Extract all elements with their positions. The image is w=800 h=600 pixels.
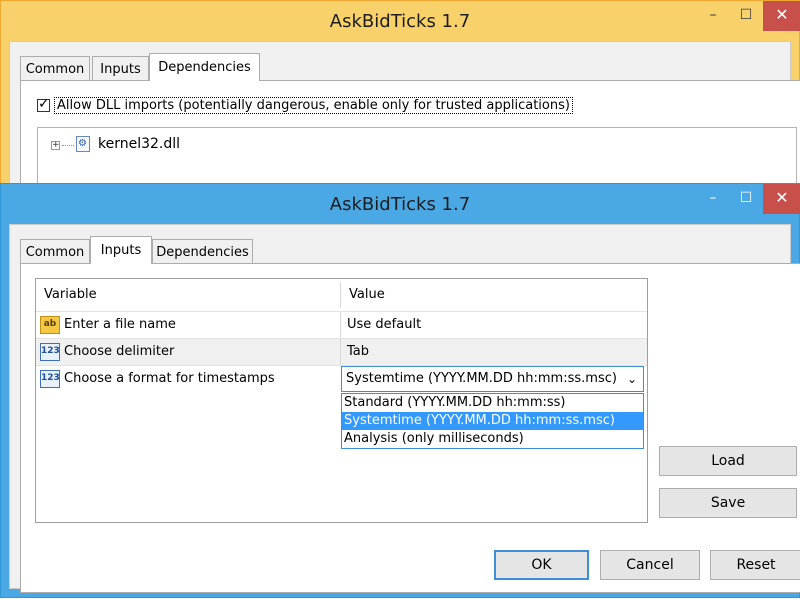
front-tab-common[interactable]: Common [20,239,90,263]
front-client-area: Common Inputs Dependencies Variable Valu… [9,224,800,593]
back-close-icon[interactable]: ✕ [763,1,800,31]
row-variable: Choose a format for timestamps [64,371,275,386]
inputs-grid: Variable Value ab Enter a file name Use … [35,278,648,523]
front-inputs-panel: Variable Value ab Enter a file name Use … [20,263,800,593]
tree-expand-icon[interactable]: + [51,141,60,150]
back-client-area: Common Inputs Dependencies Allow DLL imp… [9,41,800,200]
front-tab-dependencies[interactable]: Dependencies [152,239,253,263]
back-dependencies-panel: Allow DLL imports (potentially dangerous… [20,80,800,200]
timestamp-format-dropdown: Standard (YYYY.MM.DD hh:mm:ss) Systemtim… [341,393,644,449]
dropdown-option-standard[interactable]: Standard (YYYY.MM.DD hh:mm:ss) [342,394,643,412]
back-window-title: AskBidTicks 1.7 [329,11,471,32]
table-row[interactable]: 123 Choose delimiter Tab [36,338,647,365]
front-title-bar[interactable]: AskBidTicks 1.7 – ☐ ✕ [1,184,800,224]
column-header-value[interactable]: Value [340,282,645,308]
timestamp-format-select[interactable]: Systemtime (YYYY.MM.DD hh:mm:ss.msc) ⌄ [341,366,644,392]
back-title-bar[interactable]: AskBidTicks 1.7 – ☐ ✕ [1,1,800,41]
back-tab-dependencies[interactable]: Dependencies [149,53,260,81]
ok-button[interactable]: OK [494,550,589,580]
row-value[interactable]: Tab [340,339,645,365]
back-tab-inputs[interactable]: Inputs [92,56,149,80]
column-header-variable[interactable]: Variable [36,282,340,308]
table-row[interactable]: ab Enter a file name Use default [36,311,647,338]
back-dialog-window: AskBidTicks 1.7 – ☐ ✕ Common Inputs Depe… [0,0,800,200]
back-minimize-icon[interactable]: – [698,1,728,31]
back-maximize-icon[interactable]: ☐ [731,1,761,31]
front-dialog-window: AskBidTicks 1.7 – ☐ ✕ Common Inputs Depe… [0,183,800,598]
front-window-title: AskBidTicks 1.7 [329,194,471,215]
front-tab-inputs[interactable]: Inputs [90,236,152,264]
front-minimize-icon[interactable]: – [698,184,728,214]
row-variable: Enter a file name [64,317,176,332]
tree-item-kernel32[interactable]: kernel32.dll [98,134,180,154]
allow-dll-label[interactable]: Allow DLL imports (potentially dangerous… [54,96,573,114]
tree-connector [62,145,74,146]
allow-dll-checkbox[interactable] [37,96,50,112]
load-button[interactable]: Load [659,446,797,476]
grid-header-row: Variable Value [36,282,647,308]
cancel-button[interactable]: Cancel [600,550,700,580]
reset-button[interactable]: Reset [710,550,800,580]
select-current-value: Systemtime (YYYY.MM.DD hh:mm:ss.msc) [346,371,617,386]
allow-dll-row[interactable]: Allow DLL imports (potentially dangerous… [37,95,573,115]
row-value[interactable]: Use default [340,312,645,338]
dll-gear-icon [76,136,90,152]
chevron-down-icon[interactable]: ⌄ [627,367,637,391]
row-variable: Choose delimiter [64,344,175,359]
dropdown-option-systemtime[interactable]: Systemtime (YYYY.MM.DD hh:mm:ss.msc) [342,412,643,430]
front-maximize-icon[interactable]: ☐ [731,184,761,214]
save-button[interactable]: Save [659,488,797,518]
front-close-icon[interactable]: ✕ [763,184,800,214]
dropdown-option-analysis[interactable]: Analysis (only milliseconds) [342,430,643,448]
back-tab-common[interactable]: Common [20,56,90,80]
